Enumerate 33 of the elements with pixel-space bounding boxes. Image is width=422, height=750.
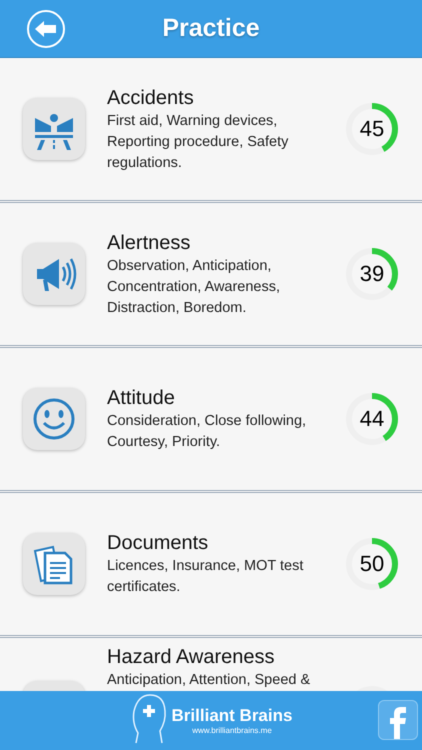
score-text: 39 <box>360 263 384 285</box>
back-arrow-icon <box>34 20 58 38</box>
topic-description: First aid, Warning devices, Reporting procedure, Safety regulations. <box>107 112 290 172</box>
page-title: Practice <box>162 12 260 44</box>
topic-title: Accidents <box>107 86 195 110</box>
score-text: 50 <box>360 553 384 575</box>
score-text: 44 <box>360 408 384 430</box>
documents-icon <box>34 546 72 584</box>
topic-title: Alertness <box>107 230 192 256</box>
topic-row[interactable]: Alertness Observation, Anticipation, Concentration, Awareness, Distraction, Boredom. 39 <box>0 203 422 348</box>
topic-row[interactable]: Accidents First aid, Warning devices, Reporting procedure, Safety regulations. 45 <box>0 58 422 203</box>
brand-url: www.brilliantbrains.me <box>192 726 272 736</box>
topic-description: Consideration, Close following, Courtesy, Priority. <box>107 412 308 452</box>
topic-description: Licences, Insurance, MOT test certificates. <box>107 557 304 597</box>
brand-name: Brilliant Brains <box>172 706 292 726</box>
topic-description: Anticipation, Attention, Speed & <box>107 671 312 690</box>
topic-row[interactable]: Documents Licences, Insurance, MOT test certificates. 50 <box>0 493 422 638</box>
progress-ring <box>345 247 399 301</box>
progress-ring <box>345 537 399 591</box>
topic-title: Documents <box>107 531 210 556</box>
megaphone-icon <box>37 258 76 291</box>
smiley-icon <box>34 398 74 440</box>
progress-ring <box>345 102 399 156</box>
topic-title: Hazard Awareness <box>107 645 276 670</box>
progress-ring <box>345 392 399 446</box>
back-button[interactable] <box>27 10 65 48</box>
facebook-logo-icon <box>389 705 407 739</box>
topic-description: Observation, Anticipation, Concentration, Awareness, Distraction, Boredom. <box>107 256 282 318</box>
topic-title: Attitude <box>107 386 176 411</box>
score-text: 45 <box>360 118 384 140</box>
facebook-button[interactable] <box>378 700 418 740</box>
topic-row[interactable]: Attitude Consideration, Close following, Courtesy, Priority. 44 <box>0 348 422 493</box>
car-crash-icon <box>35 114 73 150</box>
